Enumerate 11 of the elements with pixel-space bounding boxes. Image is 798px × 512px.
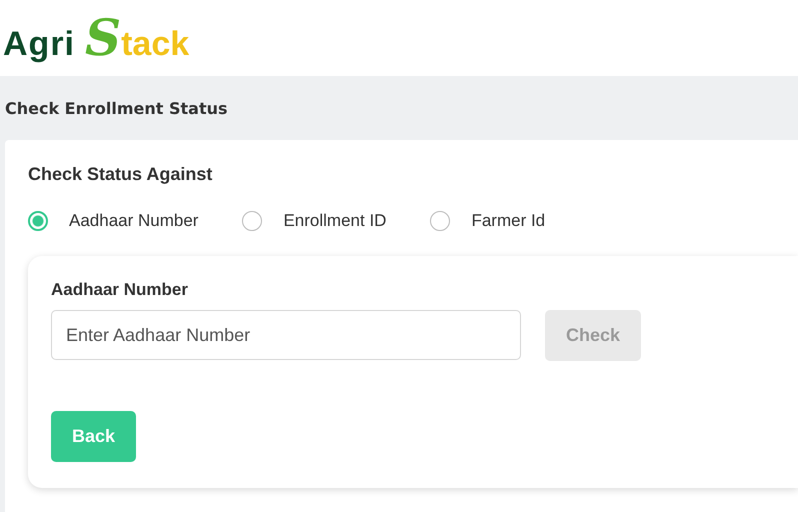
page-title: Check Enrollment Status: [5, 98, 228, 118]
radio-label[interactable]: Farmer Id: [471, 211, 546, 231]
radio-label[interactable]: Enrollment ID: [283, 211, 386, 231]
field-label: Aadhaar Number: [51, 280, 189, 300]
radio-button[interactable]: [28, 211, 48, 231]
radio-button[interactable]: [430, 211, 450, 231]
radio-button[interactable]: [242, 211, 262, 231]
section-label: Check Status Against: [28, 164, 214, 185]
radio-label[interactable]: Aadhaar Number: [69, 211, 198, 231]
input-field[interactable]: Enter Aadhaar Number: [51, 310, 521, 360]
logo: Agri Stack: [3, 13, 190, 63]
